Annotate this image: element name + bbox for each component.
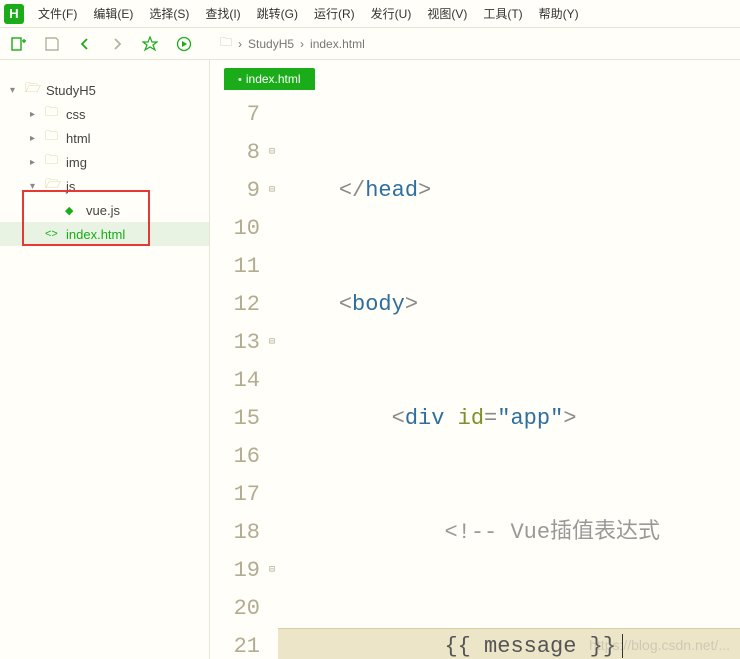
folder-icon: 🗀 (45, 103, 61, 125)
menu-help[interactable]: 帮助(Y) (531, 3, 587, 24)
star-icon[interactable] (142, 36, 158, 52)
line-gutter: 789101112131415161718192021 (210, 96, 266, 659)
nav-forward-icon[interactable] (110, 37, 124, 51)
menu-view[interactable]: 视图(V) (419, 3, 475, 24)
breadcrumb-file[interactable]: index.html (310, 37, 365, 51)
folder-icon: 🗀 (45, 127, 61, 149)
code-area[interactable]: 789101112131415161718192021 ⊟⊟⊟⊟ </head>… (210, 90, 740, 659)
html-file-icon: <> (45, 228, 61, 240)
tab-label: index.html (246, 72, 301, 86)
tree-folder-img[interactable]: ▸ 🗀 img (0, 150, 209, 174)
watermark: https://blog.csdn.net/... (589, 637, 730, 653)
breadcrumb-root[interactable]: StudyH5 (248, 37, 294, 51)
menu-publish[interactable]: 发行(U) (363, 3, 420, 24)
menu-goto[interactable]: 跳转(G) (249, 3, 306, 24)
menu-edit[interactable]: 编辑(E) (85, 3, 141, 24)
js-file-icon: ◆ (65, 204, 81, 217)
dirty-dot-icon (238, 72, 242, 86)
tree-root[interactable]: ▾ 🗁 StudyH5 (0, 78, 209, 102)
tab-bar: index.html (210, 60, 740, 90)
tree-folder-css[interactable]: ▸ 🗀 css (0, 102, 209, 126)
tree-label: js (66, 179, 75, 194)
tree-label: html (66, 131, 91, 146)
save-icon[interactable] (44, 36, 60, 52)
tab-indexhtml[interactable]: index.html (224, 68, 315, 90)
code-line: <div id="app"> (278, 400, 740, 438)
menubar: H 文件(F) 编辑(E) 选择(S) 查找(I) 跳转(G) 运行(R) 发行… (0, 0, 740, 28)
menu-run[interactable]: 运行(R) (306, 3, 363, 24)
menu-tools[interactable]: 工具(T) (475, 3, 530, 24)
chevron-down-icon: ▾ (30, 181, 40, 192)
tree-label: StudyH5 (46, 83, 96, 98)
file-tree: ▾ 🗁 StudyH5 ▸ 🗀 css ▸ 🗀 html ▸ 🗀 img ▾ 🗁… (0, 60, 210, 659)
tree-file-indexhtml[interactable]: <> index.html (0, 222, 209, 246)
new-file-icon[interactable] (10, 36, 26, 52)
folder-icon: 🗀 (220, 33, 232, 54)
breadcrumb: 🗀 › StudyH5 › index.html (220, 33, 365, 54)
nav-back-icon[interactable] (78, 37, 92, 51)
tree-label: img (66, 155, 87, 170)
tree-label: css (66, 107, 86, 122)
menu-select[interactable]: 选择(S) (141, 3, 197, 24)
main-area: ▾ 🗁 StudyH5 ▸ 🗀 css ▸ 🗀 html ▸ 🗀 img ▾ 🗁… (0, 60, 740, 659)
fold-column: ⊟⊟⊟⊟ (266, 96, 278, 659)
menu-find[interactable]: 查找(I) (197, 3, 248, 24)
app-logo: H (4, 4, 24, 24)
menu-file[interactable]: 文件(F) (30, 3, 85, 24)
toolbar: 🗀 › StudyH5 › index.html (0, 28, 740, 60)
code-line: </head> (278, 172, 740, 210)
breadcrumb-sep: › (238, 37, 242, 51)
chevron-right-icon: ▸ (30, 157, 40, 168)
folder-open-icon: 🗁 (25, 79, 41, 101)
chevron-right-icon: ▸ (30, 109, 40, 120)
editor: index.html 789101112131415161718192021 ⊟… (210, 60, 740, 659)
code-line: <body> (278, 286, 740, 324)
tree-folder-html[interactable]: ▸ 🗀 html (0, 126, 209, 150)
chevron-down-icon: ▾ (10, 85, 20, 96)
folder-icon: 🗀 (45, 151, 61, 173)
tree-file-vuejs[interactable]: ◆ vue.js (0, 198, 209, 222)
tree-label: vue.js (86, 203, 120, 218)
tree-folder-js[interactable]: ▾ 🗁 js (0, 174, 209, 198)
tree-label: index.html (66, 227, 125, 242)
code-line: <!-- Vue插值表达式 (278, 514, 740, 552)
breadcrumb-sep: › (300, 37, 304, 51)
chevron-right-icon: ▸ (30, 133, 40, 144)
folder-open-icon: 🗁 (45, 175, 61, 197)
run-icon[interactable] (176, 36, 192, 52)
code-lines[interactable]: </head> <body> <div id="app"> <!-- Vue插值… (278, 96, 740, 659)
